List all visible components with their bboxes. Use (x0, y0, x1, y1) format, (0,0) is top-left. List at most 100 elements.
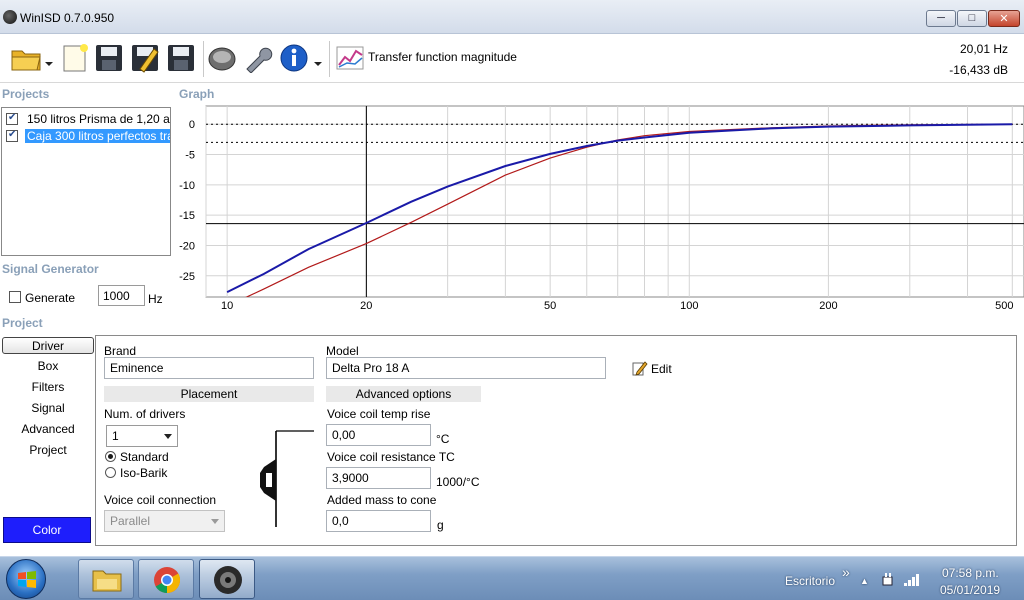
network-signal-icon[interactable] (903, 571, 923, 587)
x-tick-label: 10 (221, 300, 233, 312)
project-item[interactable]: Caja 300 litros perfectos tra (6, 128, 170, 144)
projects-label: Projects (2, 87, 50, 101)
tab-signal[interactable]: Signal (2, 400, 94, 417)
standard-label: Standard (120, 450, 169, 464)
x-tick-label: 500 (995, 300, 1013, 312)
new-project-icon[interactable] (60, 43, 90, 73)
generate-checkbox[interactable] (9, 291, 21, 303)
project-checkbox[interactable] (6, 112, 18, 125)
chrome-browser-icon (154, 567, 181, 594)
project-item[interactable]: 150 litros Prisma de 1,20 alt (6, 111, 170, 127)
vc-resistance-tc-unit: 1000/°C (436, 475, 480, 489)
num-drivers-select[interactable]: 1 (106, 425, 178, 447)
project-color-button[interactable]: Color (3, 517, 91, 543)
project-name: Caja 300 litros perfectos tra (25, 129, 170, 143)
info-icon[interactable] (279, 43, 309, 73)
tab-advanced[interactable]: Advanced (2, 421, 94, 438)
close-icon: ✕ (999, 13, 1009, 25)
y-tick-label: -25 (179, 271, 195, 283)
minimize-button[interactable]: ─ (926, 10, 956, 27)
desktop-toolbar-label[interactable]: Escritorio (785, 574, 835, 588)
graph-type-icon[interactable] (335, 43, 365, 73)
added-mass-label: Added mass to cone (327, 493, 437, 507)
tab-driver[interactable]: Driver (2, 337, 94, 354)
clock-time[interactable]: 07:58 p.m. (942, 566, 999, 580)
model-field[interactable]: Delta Pro 18 A (326, 357, 606, 379)
taskbar-chrome[interactable] (138, 559, 194, 599)
pencil-edit-icon (632, 361, 648, 376)
edit-driver-button[interactable]: Edit (632, 360, 692, 378)
driver-editor-icon[interactable] (207, 43, 237, 73)
graph-panel[interactable]: 10 20 50 100 200 500 0 -5 -10 -15 -20 -25 (175, 103, 1024, 316)
windows-logo-icon (18, 571, 36, 588)
driver-panel: Brand Eminence Model Delta Pro 18 A Edit… (95, 335, 1017, 546)
tools-wrench-icon[interactable] (243, 43, 273, 73)
open-dropdown-arrow-icon[interactable] (44, 43, 54, 73)
vc-temp-rise-unit: °C (436, 432, 450, 446)
maximize-button[interactable]: □ (957, 10, 987, 27)
placement-group-title: Placement (104, 386, 314, 402)
projects-list[interactable]: 150 litros Prisma de 1,20 alt Caja 300 l… (1, 107, 171, 256)
vc-resistance-tc-label: Voice coil resistance TC (327, 450, 455, 464)
taskbar-winisd[interactable] (199, 559, 255, 599)
open-folder-icon[interactable] (10, 43, 44, 73)
taskbar: Escritorio » ▲ 07:58 p.m. 05/01/2019 (0, 556, 1024, 600)
taskbar-explorer[interactable] (78, 559, 134, 599)
brand-field[interactable]: Eminence (104, 357, 314, 379)
vc-temp-rise-input[interactable]: 0,00 (326, 424, 431, 446)
save-icon[interactable] (94, 43, 124, 73)
plot-area (205, 105, 1024, 298)
title-bar: WinISD 0.7.0.950 ─ □ ✕ (0, 0, 1024, 34)
x-tick-label: 20 (360, 300, 372, 312)
graph-type-label[interactable]: Transfer function magnitude (368, 50, 517, 64)
transfer-function-chart[interactable]: 10 20 50 100 200 500 0 -5 -10 -15 -20 -25 (175, 103, 1024, 316)
chevron-down-icon (211, 519, 219, 524)
y-tick-label: -5 (185, 150, 195, 162)
tab-project[interactable]: Project (2, 442, 94, 459)
y-tick-label: 0 (189, 119, 195, 131)
vc-temp-rise-label: Voice coil temp rise (327, 407, 431, 421)
y-tick-label: -20 (179, 240, 195, 252)
x-tick-label: 200 (819, 300, 837, 312)
y-tick-label: -15 (179, 210, 195, 222)
standard-radio[interactable] (105, 451, 116, 462)
brand-label: Brand (104, 344, 137, 358)
tab-box[interactable]: Box (2, 358, 94, 375)
graph-label: Graph (179, 87, 215, 101)
vc-connection-label: Voice coil connection (104, 493, 217, 507)
toolbar-overflow-icon[interactable]: » (842, 564, 850, 580)
model-label: Model (326, 344, 359, 358)
generate-label: Generate (25, 291, 76, 305)
num-drivers-label: Num. of drivers (104, 407, 186, 421)
generator-frequency-unit: Hz (148, 292, 163, 306)
toolbar-separator (329, 41, 330, 77)
save-as-icon[interactable] (130, 43, 160, 73)
power-plug-icon[interactable] (880, 572, 896, 588)
project-checkbox[interactable] (6, 129, 18, 142)
clock-date[interactable]: 05/01/2019 (940, 583, 1000, 597)
x-tick-label: 100 (680, 300, 698, 312)
vc-connection-select: Parallel (104, 510, 225, 532)
edit-label: Edit (651, 362, 672, 376)
folder-icon (92, 570, 122, 592)
vc-connection-value: Parallel (110, 514, 151, 528)
info-dropdown-arrow-icon[interactable] (313, 43, 323, 73)
window-title: WinISD 0.7.0.950 (20, 11, 115, 25)
isobarik-label: Iso-Barik (120, 466, 168, 480)
show-hidden-icons-button[interactable]: ▲ (860, 576, 869, 586)
added-mass-input[interactable]: 0,0 (326, 510, 431, 532)
chevron-down-icon (164, 434, 172, 439)
project-section-label: Project (2, 316, 43, 330)
isobarik-radio[interactable] (105, 467, 116, 478)
save-all-icon[interactable] (166, 43, 196, 73)
vc-resistance-tc-input[interactable]: 3,9000 (326, 467, 431, 489)
minimize-icon: ─ (937, 12, 945, 24)
close-button[interactable]: ✕ (988, 10, 1020, 27)
toolbar: Transfer function magnitude 20,01 Hz -16… (0, 35, 1024, 83)
generator-frequency-input[interactable] (98, 285, 145, 306)
cursor-level-readout: -16,433 dB (949, 63, 1008, 77)
tab-filters[interactable]: Filters (2, 379, 94, 396)
x-tick-label: 50 (544, 300, 556, 312)
placement-diagram-icon (260, 430, 314, 527)
start-button[interactable] (6, 559, 46, 599)
